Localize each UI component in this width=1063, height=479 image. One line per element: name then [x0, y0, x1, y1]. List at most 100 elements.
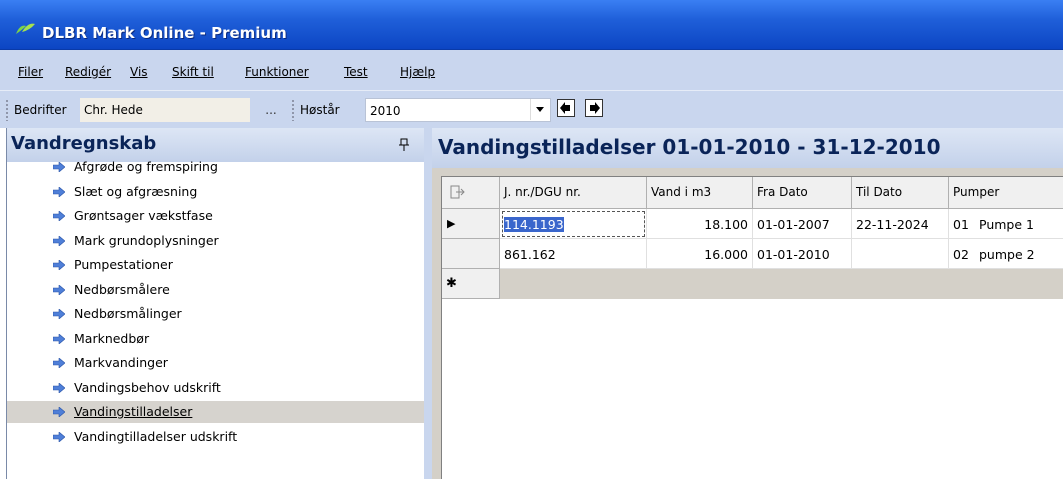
menu-funktioner[interactable]: Funktioner: [245, 65, 309, 79]
nav-item[interactable]: Mark grundoplysninger: [7, 230, 425, 252]
arrow-right-icon: [53, 431, 65, 442]
column-header-til-dato[interactable]: Til Dato: [852, 177, 949, 209]
cell-til-2[interactable]: [852, 239, 949, 269]
pin-icon[interactable]: [399, 138, 409, 156]
row-selector-icon: [450, 185, 465, 199]
left-panel: Vandregnskab Afgrøde og fremspiring Slæt …: [6, 128, 425, 479]
harvest-year-select[interactable]: 2010: [365, 98, 551, 122]
panel-splitter[interactable]: [424, 128, 432, 479]
row-header-2[interactable]: [442, 239, 500, 269]
main-header: Vandingstilladelser 01-01-2010 - 31-12-2…: [432, 128, 1063, 168]
column-header-label: Fra Dato: [757, 185, 808, 199]
window-title: DLBR Mark Online - Premium: [42, 24, 287, 42]
nav-item-label: Slæt og afgræsning: [74, 183, 198, 199]
arrow-right-icon: [53, 162, 65, 172]
column-header-label: J. nr./DGU nr.: [504, 185, 581, 199]
cell-pumper-1[interactable]: 01 Pumpe 1: [949, 209, 1063, 239]
column-header-fra-dato[interactable]: Fra Dato: [753, 177, 852, 209]
arrow-right-icon: [53, 309, 65, 319]
arrow-right-icon: [53, 260, 65, 270]
arrow-right-icon: [53, 358, 65, 368]
new-row[interactable]: [500, 269, 1063, 299]
menu-test[interactable]: Test: [344, 65, 368, 79]
cell-value: 01-01-2010: [757, 247, 830, 262]
toolbar-grip-2[interactable]: [292, 99, 294, 121]
menu-rediger[interactable]: Redigér: [65, 65, 111, 79]
nav-item[interactable]: Marknedbør: [7, 328, 425, 350]
grid-corner[interactable]: [442, 177, 500, 209]
column-header-pumper[interactable]: Pumper: [949, 177, 1063, 209]
menu-filer[interactable]: Filer: [18, 65, 43, 79]
company-label: Bedrifter: [14, 103, 67, 117]
cell-value: 22-11-2024: [856, 217, 929, 232]
menu-bar: Filer Redigér Vis Skift til Funktioner T…: [0, 50, 1063, 90]
arrow-right-icon: [53, 407, 65, 417]
arrow-right-icon[interactable]: [585, 99, 603, 117]
arrow-left-icon[interactable]: [557, 99, 575, 117]
arrow-right-icon: [53, 284, 65, 295]
cell-til-1[interactable]: 22-11-2024: [852, 209, 949, 239]
cell-value: 861.162: [504, 247, 556, 262]
harvest-year-label: Høstår: [300, 103, 340, 117]
pump-number: 01: [953, 217, 969, 232]
nav-item[interactable]: Vandingtilladelser udskrift: [7, 426, 425, 448]
pump-number: 02: [953, 247, 969, 262]
nav-item[interactable]: Slæt og afgræsning: [7, 181, 425, 203]
arrow-right-icon: [53, 235, 65, 246]
title-bar: DLBR Mark Online - Premium: [0, 0, 1063, 50]
nav-item[interactable]: Afgrøde og fremspiring: [7, 156, 425, 178]
nav-item-label: Nedbørsmålere: [74, 281, 170, 297]
nav-item-label: Grøntsager vækstfase: [74, 208, 213, 223]
new-row-indicator: ✱: [446, 276, 457, 291]
cell-value: 01-01-2007: [757, 217, 830, 232]
row-header-1[interactable]: ▶: [442, 209, 500, 239]
pump-name: Pumpe 1: [979, 217, 1034, 232]
harvest-year-value: 2010: [370, 104, 401, 118]
company-value: Chr. Hede: [84, 103, 143, 117]
toolbar-grip[interactable]: [6, 99, 8, 121]
cell-jnr-2[interactable]: 861.162: [500, 239, 647, 269]
nav-item[interactable]: Grøntsager vækstfase: [7, 205, 425, 227]
arrow-right-icon: [53, 333, 65, 344]
cell-jnr-1[interactable]: 114.1193: [500, 209, 647, 239]
nav-item[interactable]: Markvandinger: [7, 352, 425, 374]
left-panel-title: Vandregnskab: [11, 133, 157, 154]
nav-item-label: Marknedbør: [74, 330, 150, 346]
company-field[interactable]: Chr. Hede: [80, 98, 250, 122]
company-browse-button[interactable]: ...: [256, 99, 286, 121]
cell-pumper-2[interactable]: 02 pumpe 2: [949, 239, 1063, 269]
nav-item-label: Afgrøde og fremspiring: [74, 159, 218, 174]
grid-area: J. nr./DGU nr. Vand i m3 Fra Dato Til Da…: [432, 168, 1063, 479]
toolbar: Bedrifter Chr. Hede ... Høstår 2010: [0, 90, 1063, 128]
cell-fra-2[interactable]: 01-01-2010: [753, 239, 852, 269]
cell-vand-1[interactable]: 18.100: [647, 209, 753, 239]
nav-item[interactable]: Nedbørsmålere: [7, 279, 425, 301]
nav-item-label: Mark grundoplysninger: [74, 232, 219, 248]
nav-item[interactable]: Pumpestationer: [7, 254, 425, 276]
arrow-right-icon: [53, 186, 65, 197]
menu-vis[interactable]: Vis: [130, 65, 148, 79]
nav-item-label: Vandingsbehov udskrift: [74, 379, 221, 395]
nav-item[interactable]: Vandingsbehov udskrift: [7, 377, 425, 399]
data-grid: J. nr./DGU nr. Vand i m3 Fra Dato Til Da…: [441, 176, 1063, 479]
menu-skift-til[interactable]: Skift til: [172, 65, 214, 79]
cell-vand-2[interactable]: 16.000: [647, 239, 753, 269]
column-header-label: Til Dato: [856, 185, 903, 199]
nav-item-label: Pumpestationer: [74, 257, 173, 272]
arrow-right-icon: [53, 211, 65, 221]
menu-hjaelp[interactable]: Hjælp: [400, 65, 435, 79]
nav-item[interactable]: Nedbørsmålinger: [7, 303, 425, 325]
current-row-indicator: ▶: [447, 217, 456, 230]
nav-item-label: Nedbørsmålinger: [74, 306, 182, 321]
pump-name: pumpe 2: [979, 247, 1035, 262]
column-header-jnr[interactable]: J. nr./DGU nr.: [500, 177, 647, 209]
column-header-label: Pumper: [953, 185, 1000, 199]
column-header-vand[interactable]: Vand i m3: [647, 177, 753, 209]
nav-item[interactable]: Vandingstilladelser: [7, 401, 425, 423]
main-title: Vandingstilladelser 01-01-2010 - 31-12-2…: [438, 135, 941, 159]
row-header-new[interactable]: ✱: [442, 269, 500, 299]
cell-fra-1[interactable]: 01-01-2007: [753, 209, 852, 239]
cell-value: 114.1193: [504, 217, 564, 232]
chevron-down-icon[interactable]: [530, 99, 549, 120]
nav-item-label: Markvandinger: [74, 355, 168, 370]
